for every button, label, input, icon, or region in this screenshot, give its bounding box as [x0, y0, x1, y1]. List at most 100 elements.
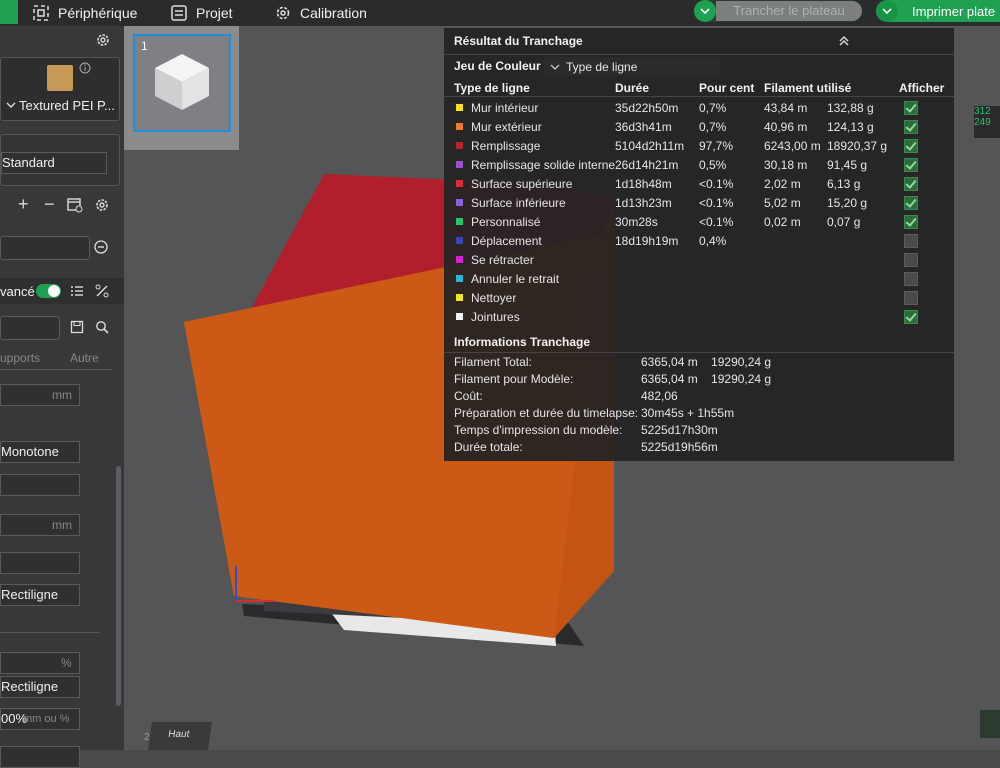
show-checkbox[interactable] — [904, 139, 918, 153]
line-type-percent: 0,5% — [699, 157, 727, 172]
table-row: Surface supérieure 1d18h48m <0.1% 2,02 m 6,1… — [444, 174, 954, 193]
setting-field-9[interactable]: 00% mm ou % — [0, 708, 80, 730]
remove-button[interactable]: − — [44, 194, 55, 215]
info-value: 482,06 — [641, 389, 678, 403]
show-checkbox[interactable] — [904, 253, 918, 267]
setting-field-1[interactable]: mm — [0, 384, 80, 406]
preset-select[interactable]: Standard — [1, 152, 107, 174]
add-button[interactable]: + — [18, 194, 29, 215]
view-cube[interactable]: Haut — [148, 722, 212, 750]
color-swatch — [456, 256, 463, 263]
table-row: Mur extérieur 36d3h41m 0,7% 40,96 m 124,13 g — [444, 117, 954, 136]
setting-field-4[interactable]: mm — [0, 514, 80, 536]
minus-circle-icon[interactable] — [94, 240, 108, 254]
show-checkbox[interactable] — [904, 215, 918, 229]
color-swatch — [456, 161, 463, 168]
list-icon[interactable] — [70, 284, 84, 298]
show-checkbox[interactable] — [904, 291, 918, 305]
color-swatch — [456, 123, 463, 130]
show-checkbox[interactable] — [904, 158, 918, 172]
slice-dropdown-chevron-icon[interactable] — [694, 0, 716, 22]
color-scheme-value: Type de ligne — [566, 60, 638, 74]
menu-button[interactable] — [0, 0, 18, 24]
show-checkbox[interactable] — [904, 310, 918, 324]
print-plate-button[interactable]: Imprimer plate — [876, 0, 1000, 22]
info-label: Filament pour Modèle: — [454, 372, 574, 386]
color-scheme-select[interactable]: Type de ligne — [544, 57, 720, 76]
line-type-name: Remplissage solide interne — [471, 157, 616, 172]
settings-search-field[interactable] — [0, 316, 60, 340]
line-type-duration: 1d13h23m — [615, 195, 672, 210]
line-type-percent: <0.1% — [699, 176, 734, 191]
line-type-name: Nettoyer — [471, 290, 517, 305]
setting-field-7[interactable]: % — [0, 652, 80, 674]
tab-supports[interactable]: upports — [0, 351, 40, 365]
setting-field-3[interactable] — [0, 474, 80, 496]
setting-field-10[interactable] — [0, 746, 80, 768]
gear-icon[interactable] — [95, 32, 111, 48]
color-swatch — [456, 218, 463, 225]
header-type: Type de ligne — [454, 81, 530, 95]
line-type-weight: 18920,37 g — [827, 138, 888, 153]
show-checkbox[interactable] — [904, 234, 918, 248]
table-row: Jointures — [444, 307, 954, 326]
show-checkbox[interactable] — [904, 196, 918, 210]
tab-calibration[interactable]: Calibration — [274, 3, 367, 23]
line-type-length: 43,84 m — [764, 100, 808, 115]
line-type-duration: 18d19h19m — [615, 233, 679, 248]
slice-plate-button[interactable]: Trancher le plateau — [694, 0, 862, 22]
divider — [444, 352, 954, 353]
line-type-percent: 0,7% — [699, 119, 727, 134]
table-row: Mur intérieur 35d22h50m 0,7% 43,84 m 132,88 … — [444, 98, 954, 117]
object-search-field[interactable] — [0, 236, 90, 260]
advanced-row: vancé — [0, 278, 124, 304]
show-checkbox[interactable] — [904, 177, 918, 191]
collapse-chevron-icon[interactable] — [838, 35, 850, 47]
info-value: 5225d19h56m — [641, 440, 718, 454]
divider — [444, 54, 954, 55]
show-checkbox[interactable] — [904, 101, 918, 115]
line-type-weight: 124,13 g — [827, 119, 874, 134]
info-title: Informations Tranchage — [454, 335, 591, 349]
line-type-duration: 36d3h41m — [615, 119, 672, 134]
line-type-length: 30,18 m — [764, 157, 808, 172]
info-label: Filament Total: — [454, 355, 532, 369]
line-type-percent: <0.1% — [699, 195, 734, 210]
percent-compare-icon[interactable] — [95, 284, 109, 298]
color-swatch — [456, 180, 463, 187]
scrollbar[interactable] — [116, 466, 121, 706]
show-checkbox[interactable] — [904, 272, 918, 286]
tab-project-label: Projet — [196, 5, 233, 21]
edit-preset-icon[interactable] — [67, 197, 83, 213]
line-type-name: Se rétracter — [471, 252, 534, 267]
info-value: 6365,04 m 19290,24 g — [641, 372, 772, 386]
setting-field-5[interactable] — [0, 552, 80, 574]
setting-field-6[interactable]: Rectiligne — [0, 584, 80, 606]
setting-field-8[interactable]: Rectiligne — [0, 676, 80, 698]
tab-device[interactable]: Périphérique — [32, 3, 137, 23]
search-icon[interactable] — [95, 320, 109, 334]
settings-gear-icon[interactable] — [94, 197, 110, 213]
results-title: Résultat du Tranchage — [454, 34, 583, 48]
print-dropdown-chevron-icon[interactable] — [876, 0, 898, 22]
info-value: 6365,04 m 19290,24 g — [641, 355, 772, 369]
tab-project[interactable]: Projet — [170, 3, 233, 23]
tab-other[interactable]: Autre — [70, 351, 99, 365]
save-icon[interactable] — [70, 320, 84, 334]
line-type-weight: 0,07 g — [827, 214, 861, 229]
table-row: Personnalisé 30m28s <0.1% 0,02 m 0,07 g — [444, 212, 954, 231]
line-type-percent: 0,4% — [699, 233, 727, 248]
info-label: Coût: — [454, 389, 483, 403]
color-swatch — [456, 294, 463, 301]
divider — [0, 369, 112, 370]
setting-field-2[interactable]: Monotone — [0, 441, 80, 463]
advanced-toggle[interactable] — [36, 284, 61, 298]
header-percent: Pour cent — [699, 81, 755, 95]
plate-type-card[interactable]: Textured PEI P... — [0, 57, 120, 121]
slice-plate-label: Trancher le plateau — [716, 1, 862, 21]
tab-device-label: Périphérique — [58, 5, 138, 21]
tab-calibration-label: Calibration — [300, 5, 367, 21]
plate-thumbnail — [47, 65, 73, 91]
show-checkbox[interactable] — [904, 120, 918, 134]
info-icon[interactable] — [79, 62, 91, 74]
